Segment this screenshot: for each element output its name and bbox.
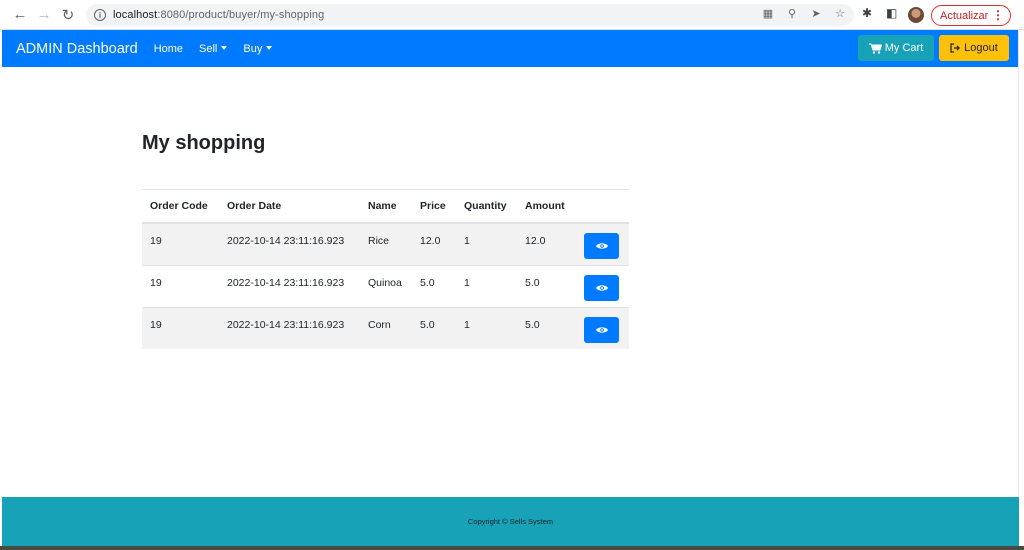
price-cell: 5.0 xyxy=(420,277,435,289)
brand-title[interactable]: ADMIN Dashboard xyxy=(16,41,138,57)
page-footer: Copyright © Sells System xyxy=(2,497,1019,546)
extensions-puzzle-icon[interactable]: ✱ xyxy=(862,6,872,20)
column-header: Price xyxy=(420,200,446,212)
quantity-cell: 1 xyxy=(464,277,470,289)
amount-cell: 12.0 xyxy=(525,235,546,247)
column-header: Order Date xyxy=(227,200,282,212)
logout-button[interactable]: Logout xyxy=(939,35,1009,61)
order-code-cell: 19 xyxy=(150,319,162,331)
column-header: Order Code xyxy=(150,200,208,212)
update-button[interactable]: Actualizar ⋮ xyxy=(931,5,1011,26)
my-cart-button[interactable]: My Cart xyxy=(858,35,934,61)
table-header: Order Code Order Date Name Price Quantit… xyxy=(142,190,629,223)
logout-label: Logout xyxy=(964,42,998,54)
order-date-cell: 2022-10-14 23:11:16.923 xyxy=(227,235,345,247)
app-navbar: ADMIN Dashboard Home Sell Buy My Cart Lo… xyxy=(2,30,1019,67)
desktop-taskbar-edge xyxy=(0,546,1024,550)
site-info-icon[interactable]: i xyxy=(94,9,106,21)
eye-icon xyxy=(595,243,608,249)
price-cell: 12.0 xyxy=(420,235,441,247)
column-header: Quantity xyxy=(464,200,507,212)
bookmark-star-icon[interactable]: ☆ xyxy=(832,7,848,20)
view-order-button[interactable] xyxy=(584,275,619,301)
sign-out-icon xyxy=(950,43,961,53)
amount-cell: 5.0 xyxy=(525,319,540,331)
window-edge xyxy=(1018,30,1024,550)
table-row: 19 2022-10-14 23:11:16.923 Corn 5.0 1 5.… xyxy=(142,307,629,349)
forward-arrow-icon[interactable]: → xyxy=(32,3,56,27)
order-date-cell: 2022-10-14 23:11:16.923 xyxy=(227,319,345,331)
reload-icon[interactable]: ↻ xyxy=(56,3,80,27)
table-row: 19 2022-10-14 23:11:16.923 Rice 12.0 1 1… xyxy=(142,223,629,265)
nav-home[interactable]: Home xyxy=(154,43,183,55)
update-label: Actualizar xyxy=(940,9,989,22)
orders-table: Order Code Order Date Name Price Quantit… xyxy=(142,189,629,349)
amount-cell: 5.0 xyxy=(525,277,540,289)
eye-icon xyxy=(595,285,608,291)
back-arrow-icon[interactable]: ← xyxy=(8,3,32,27)
product-name-cell: Quinoa xyxy=(368,277,402,289)
more-menu-icon[interactable]: ⋮ xyxy=(992,8,1004,22)
order-date-cell: 2022-10-14 23:11:16.923 xyxy=(227,277,345,289)
address-bar[interactable]: i localhost:8080/product/buyer/my-shoppi… xyxy=(86,4,854,26)
caret-down-icon xyxy=(266,45,273,50)
cart-icon xyxy=(868,43,882,54)
send-icon[interactable]: ➤ xyxy=(808,7,824,20)
price-cell: 5.0 xyxy=(420,319,435,331)
product-name-cell: Rice xyxy=(368,235,390,247)
table-row: 19 2022-10-14 23:11:16.923 Quinoa 5.0 1 … xyxy=(142,265,629,307)
browser-toolbar: ← → ↻ i localhost:8080/product/buyer/my-… xyxy=(0,0,1024,30)
zoom-icon[interactable]: ⚲ xyxy=(784,7,800,20)
side-panel-icon[interactable]: ◧ xyxy=(886,6,897,20)
quantity-cell: 1 xyxy=(464,235,470,247)
nav-sell-dropdown[interactable]: Sell xyxy=(199,43,228,55)
translate-icon[interactable]: ▦ xyxy=(760,7,776,20)
caret-down-icon xyxy=(221,45,228,50)
profile-avatar[interactable] xyxy=(908,7,924,23)
column-header: Name xyxy=(368,200,397,212)
eye-icon xyxy=(595,327,608,333)
copyright-text: Copyright © Sells System xyxy=(467,517,554,526)
column-header: Amount xyxy=(525,200,565,212)
quantity-cell: 1 xyxy=(464,319,470,331)
order-code-cell: 19 xyxy=(150,235,162,247)
cart-label: My Cart xyxy=(884,42,924,54)
nav-buy-dropdown[interactable]: Buy xyxy=(243,43,273,55)
order-code-cell: 19 xyxy=(150,277,162,289)
product-name-cell: Corn xyxy=(368,319,391,331)
view-order-button[interactable] xyxy=(584,233,619,259)
page-title: My shopping xyxy=(142,132,266,154)
url-text: localhost:8080/product/buyer/my-shopping xyxy=(113,9,325,21)
view-order-button[interactable] xyxy=(584,317,619,343)
